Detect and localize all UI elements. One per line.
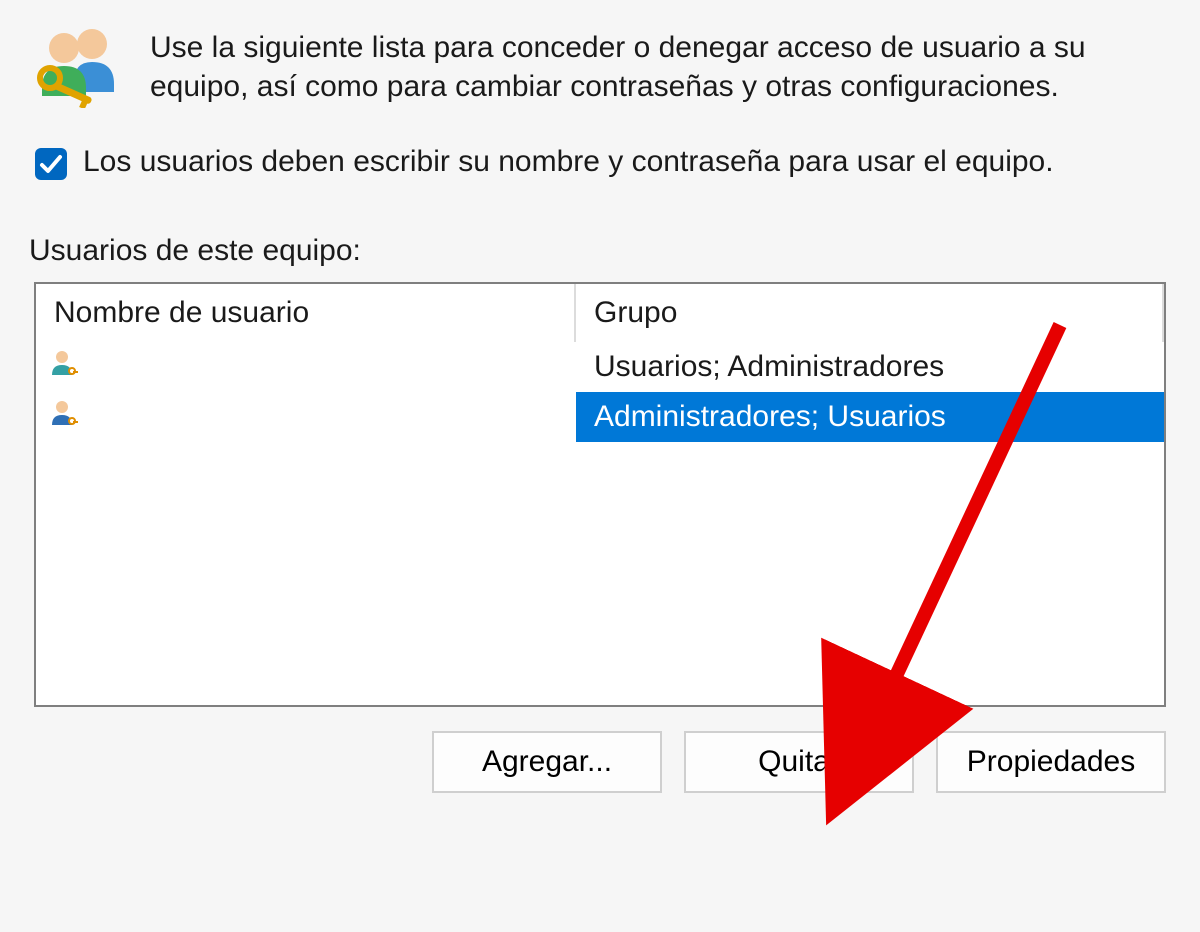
cell-username	[36, 392, 576, 442]
intro-text: Use la siguiente lista para conceder o d…	[150, 22, 1166, 106]
checkbox-checked-icon[interactable]	[35, 148, 67, 188]
user-accounts-icon	[34, 22, 120, 116]
group-text: Administradores; Usuarios	[594, 400, 946, 434]
user-accounts-panel: Use la siguiente lista para conceder o d…	[0, 0, 1200, 932]
listview-buttons: Agregar... Quitar Propiedades	[34, 731, 1166, 793]
users-listview[interactable]: Nombre de usuario Grupo	[34, 282, 1166, 707]
require-login-option[interactable]: Los usuarios deben escribir su nombre y …	[35, 142, 1166, 188]
cell-group: Administradores; Usuarios	[576, 392, 1164, 442]
cell-username	[36, 342, 576, 392]
properties-button[interactable]: Propiedades	[936, 731, 1166, 793]
user-icon	[50, 399, 78, 435]
listview-header: Nombre de usuario Grupo	[36, 284, 1164, 342]
group-text: Usuarios; Administradores	[594, 350, 944, 384]
users-list-heading: Usuarios de este equipo:	[29, 234, 1166, 268]
column-header-username[interactable]: Nombre de usuario	[36, 284, 576, 342]
add-button[interactable]: Agregar...	[432, 731, 662, 793]
remove-button[interactable]: Quitar	[684, 731, 914, 793]
user-icon	[50, 349, 78, 385]
require-login-label: Los usuarios deben escribir su nombre y …	[83, 142, 1054, 182]
intro-section: Use la siguiente lista para conceder o d…	[34, 22, 1166, 116]
listview-rows: Usuarios; Administradores	[36, 342, 1164, 705]
user-row[interactable]: Usuarios; Administradores	[36, 342, 1164, 392]
column-header-group[interactable]: Grupo	[576, 284, 1164, 342]
user-row[interactable]: Administradores; Usuarios	[36, 392, 1164, 442]
cell-group: Usuarios; Administradores	[576, 342, 1164, 392]
